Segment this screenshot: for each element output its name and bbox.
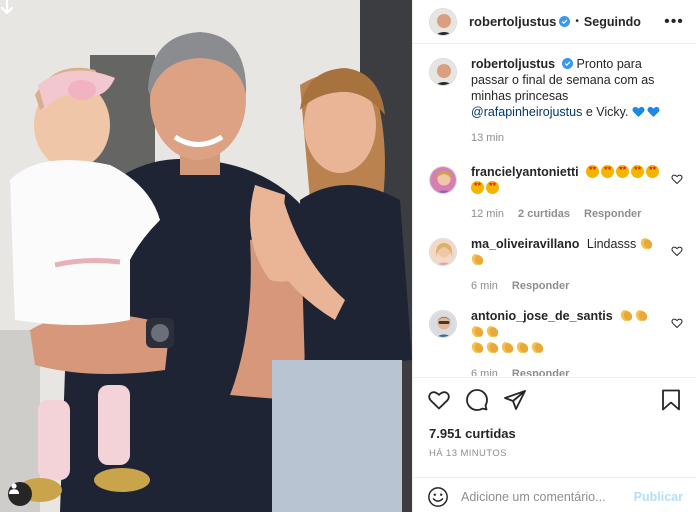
tagged-users-button[interactable]: [8, 482, 32, 506]
clapping-hands-icon: [501, 341, 514, 354]
caption-author-avatar[interactable]: [429, 58, 457, 86]
caption-row: robertoljustus Pronto para passar o fina…: [429, 56, 683, 146]
comment-time: 12 min: [471, 208, 505, 220]
family-photo-illustration: [0, 0, 412, 512]
like-heart-icon[interactable]: [427, 388, 451, 412]
clapping-hands-icon: [471, 341, 484, 354]
likes-count[interactable]: 7.951 curtidas: [413, 426, 696, 441]
clapping-hands-icon: [486, 325, 499, 338]
author-username[interactable]: robertoljustus: [469, 14, 556, 29]
like-comment-heart-icon[interactable]: [671, 317, 683, 329]
post-footer: 7.951 curtidas HÁ 13 MINUTOS Publicar: [413, 377, 696, 507]
clapping-hands-icon: [640, 237, 653, 250]
clapping-hands-icon: [486, 341, 499, 354]
add-comment-bar: Publicar: [413, 477, 696, 512]
share-paper-plane-icon[interactable]: [503, 388, 527, 412]
comment-row: ma_oliveiravillano Lindasss 6 min Respon…: [429, 236, 683, 294]
post-actions: [413, 378, 696, 422]
comment-meta: 6 min Responder: [471, 278, 665, 294]
comment-username[interactable]: francielyantonietti: [471, 165, 579, 179]
clapping-hands-icon: [471, 253, 484, 266]
emoji-smile-icon[interactable]: [427, 486, 449, 508]
comment-username[interactable]: antonio_jose_de_santis: [471, 309, 613, 323]
like-comment-heart-icon[interactable]: [671, 173, 683, 185]
star-struck-icon: [586, 165, 600, 178]
caption-time: 13 min: [471, 132, 505, 144]
clapping-hands-icon: [635, 309, 648, 322]
comment-body: francielyantonietti 12 min 2 curtidas Re…: [471, 164, 683, 222]
more-options-button[interactable]: •••: [664, 13, 684, 31]
following-button[interactable]: Seguindo: [584, 15, 641, 29]
star-struck-icon: [646, 165, 660, 178]
star-struck-icon: [616, 165, 630, 178]
separator-dot: •: [575, 16, 579, 27]
caption-body: robertoljustus Pronto para passar o fina…: [471, 56, 683, 146]
comment-meta: 12 min 2 curtidas Responder: [471, 206, 665, 222]
comment-text: Lindasss: [586, 237, 637, 251]
comment-username[interactable]: ma_oliveiravillano: [471, 237, 579, 251]
commenter-avatar-image: [430, 167, 456, 193]
comment-time: 6 min: [471, 368, 498, 376]
verified-badge-icon: [559, 16, 571, 27]
caption-username[interactable]: robertoljustus: [471, 57, 555, 71]
star-struck-icon: [471, 181, 484, 194]
comment-row: francielyantonietti 12 min 2 curtidas Re…: [429, 164, 683, 222]
comment-body: ma_oliveiravillano Lindasss 6 min Respon…: [471, 236, 683, 294]
comment-likes-link[interactable]: 2 curtidas: [518, 206, 570, 222]
commenter-avatar[interactable]: [429, 310, 457, 338]
comment-meta: 6 min Responder: [471, 366, 665, 376]
save-bookmark-icon[interactable]: [659, 388, 683, 412]
author-avatar-image: [430, 8, 456, 35]
commenter-avatar[interactable]: [429, 238, 457, 266]
comments-list[interactable]: robertoljustus Pronto para passar o fina…: [413, 56, 696, 376]
reply-button[interactable]: Responder: [512, 278, 569, 294]
like-comment-heart-icon[interactable]: [671, 245, 683, 257]
star-struck-icon: [631, 165, 645, 178]
verified-badge-icon: [562, 58, 574, 69]
caption-meta: 13 min: [471, 130, 665, 146]
comment-body: antonio_jose_de_santis 6 min Responder: [471, 308, 683, 376]
commenter-avatar-image: [430, 239, 456, 265]
blue-heart-icon: [647, 106, 660, 117]
caption-text-end: e Vicky.: [585, 105, 629, 119]
comment-row: antonio_jose_de_santis 6 min Responder: [429, 308, 683, 376]
clapping-hands-icon: [531, 341, 544, 354]
publish-button[interactable]: Publicar: [634, 490, 683, 504]
author-avatar-image: [430, 59, 456, 85]
clapping-hands-icon: [471, 325, 484, 338]
reply-button[interactable]: Responder: [584, 206, 641, 222]
caption-mention-link[interactable]: @rafapinheirojustus: [471, 105, 582, 119]
star-struck-icon: [601, 165, 615, 178]
post-photo[interactable]: [0, 0, 412, 512]
post-side-panel: robertoljustus • Seguindo ••• robertolju…: [412, 0, 696, 512]
commenter-avatar[interactable]: [429, 166, 457, 194]
blue-heart-icon: [632, 106, 645, 117]
clapping-hands-icon: [620, 309, 633, 322]
post-time-ago: HÁ 13 MINUTOS: [429, 448, 507, 459]
author-avatar[interactable]: [429, 7, 457, 36]
reply-button[interactable]: Responder: [512, 366, 569, 376]
star-struck-icon: [486, 181, 499, 194]
comment-bubble-icon[interactable]: [465, 388, 489, 412]
commenter-avatar-image: [430, 311, 456, 337]
comment-time: 6 min: [471, 280, 498, 292]
user-icon: [9, 483, 19, 494]
clapping-hands-icon: [516, 341, 529, 354]
comment-input[interactable]: [461, 489, 634, 504]
post-header: robertoljustus • Seguindo •••: [413, 0, 696, 44]
arrow-down-icon: [0, 0, 14, 15]
